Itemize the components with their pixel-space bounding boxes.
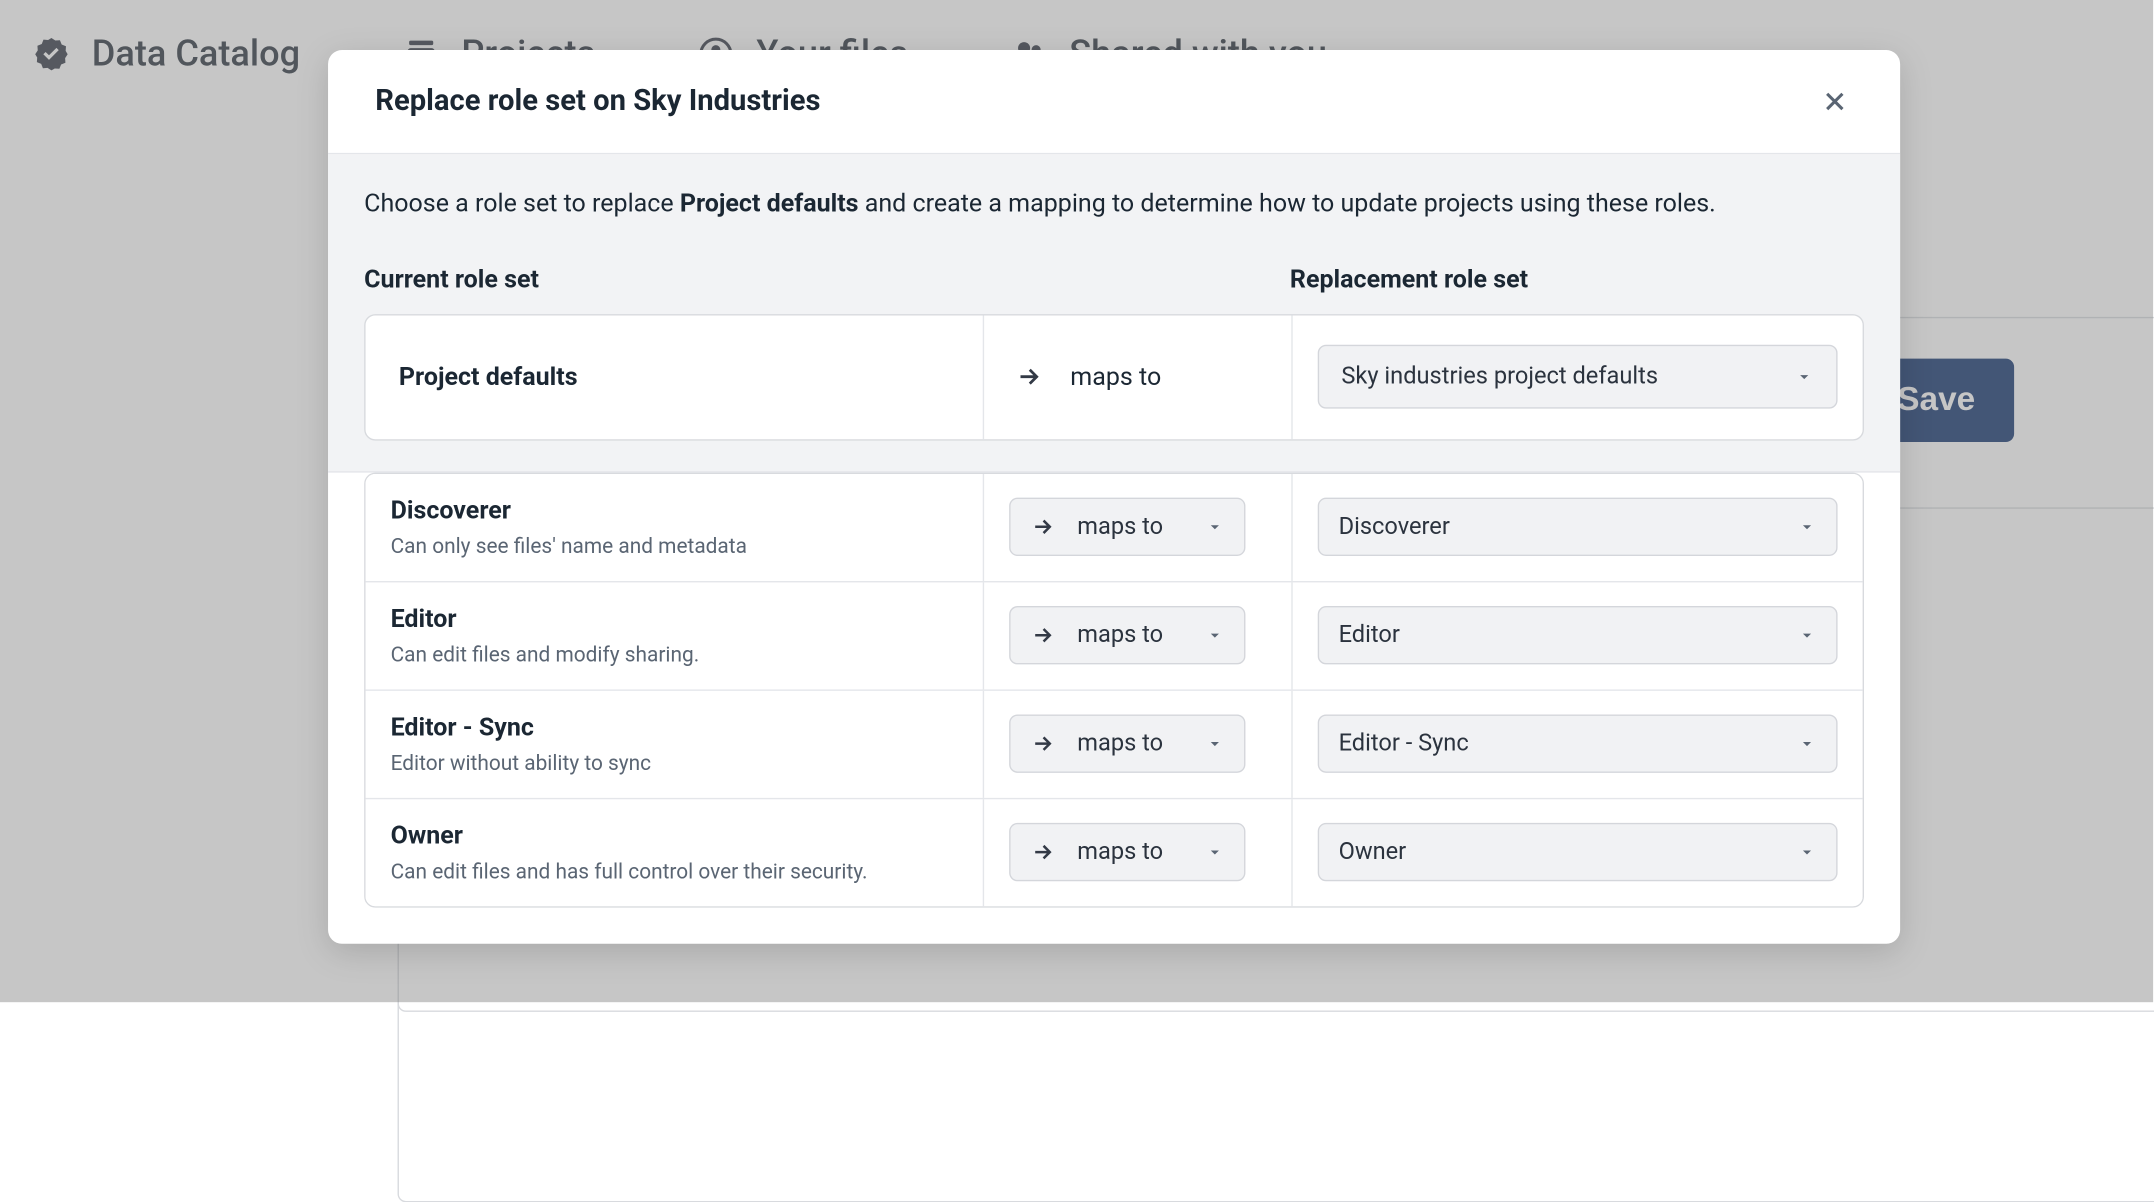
- caret-down-icon: [1205, 734, 1224, 753]
- select-value: Sky industries project defaults: [1341, 363, 1658, 391]
- caret-down-icon: [1205, 518, 1224, 537]
- role-name: Owner: [391, 821, 958, 850]
- caret-down-icon: [1797, 843, 1816, 862]
- column-header-replacement: Replacement role set: [1290, 265, 1864, 294]
- role-description: Can edit files and modify sharing.: [391, 642, 958, 667]
- arrow-right-icon: [1030, 515, 1055, 540]
- column-header-current: Current role set: [364, 265, 981, 294]
- maps-to-text: maps to: [1070, 363, 1161, 392]
- arrow-right-icon: [1015, 363, 1043, 391]
- replacement-role-select[interactable]: Editor - Sync: [1318, 715, 1838, 773]
- select-value: maps to: [1077, 839, 1163, 867]
- caret-down-icon: [1794, 368, 1813, 387]
- caret-down-icon: [1205, 843, 1224, 862]
- instruction-bold: Project defaults: [680, 189, 859, 218]
- select-value: maps to: [1077, 622, 1163, 650]
- replacement-role-select[interactable]: Owner: [1318, 823, 1838, 881]
- role-description: Can only see files' name and metadata: [391, 534, 958, 559]
- arrow-right-icon: [1030, 732, 1055, 757]
- role-name: Editor: [391, 604, 958, 633]
- arrow-right-icon: [1030, 840, 1055, 865]
- table-row: Editor Can edit files and modify sharing…: [366, 581, 1863, 689]
- select-value: Editor - Sync: [1339, 730, 1469, 758]
- maps-to-label: maps to: [984, 363, 1192, 392]
- current-role-set-name: Project defaults: [366, 315, 983, 439]
- role-mapping-table: Discoverer Can only see files' name and …: [364, 472, 1864, 907]
- caret-down-icon: [1797, 626, 1816, 645]
- select-value: Discoverer: [1339, 513, 1450, 541]
- role-description: Can edit files and has full control over…: [391, 859, 958, 884]
- modal-title: Replace role set on Sky Industries: [375, 85, 820, 118]
- close-button[interactable]: [1814, 81, 1856, 123]
- select-value: maps to: [1077, 513, 1163, 541]
- instruction-prefix: Choose a role set to replace: [364, 189, 680, 218]
- table-row: Editor - Sync Editor without ability to …: [366, 689, 1863, 797]
- role-name: Editor - Sync: [391, 713, 958, 742]
- replacement-role-select[interactable]: Editor: [1318, 607, 1838, 665]
- modal-instruction: Choose a role set to replace Project def…: [364, 185, 1864, 224]
- maps-to-select[interactable]: maps to: [1009, 607, 1245, 665]
- arrow-right-icon: [1030, 623, 1055, 648]
- replacement-role-set-select[interactable]: Sky industries project defaults: [1318, 345, 1838, 409]
- replacement-role-select[interactable]: Discoverer: [1318, 498, 1838, 556]
- table-row: Discoverer Can only see files' name and …: [366, 474, 1863, 581]
- select-value: maps to: [1077, 730, 1163, 758]
- table-row: Owner Can edit files and has full contro…: [366, 798, 1863, 906]
- role-description: Editor without ability to sync: [391, 750, 958, 775]
- caret-down-icon: [1205, 626, 1224, 645]
- maps-to-select[interactable]: maps to: [1009, 823, 1245, 881]
- maps-to-select[interactable]: maps to: [1009, 715, 1245, 773]
- select-value: Owner: [1339, 839, 1407, 867]
- instruction-suffix: and create a mapping to determine how to…: [859, 189, 1716, 218]
- caret-down-icon: [1797, 518, 1816, 537]
- select-value: Editor: [1339, 622, 1400, 650]
- maps-to-select[interactable]: maps to: [1009, 498, 1245, 556]
- caret-down-icon: [1797, 734, 1816, 753]
- role-name: Discoverer: [391, 496, 958, 525]
- close-icon: [1820, 86, 1851, 117]
- replace-role-set-modal: Replace role set on Sky Industries Choos…: [328, 50, 1900, 944]
